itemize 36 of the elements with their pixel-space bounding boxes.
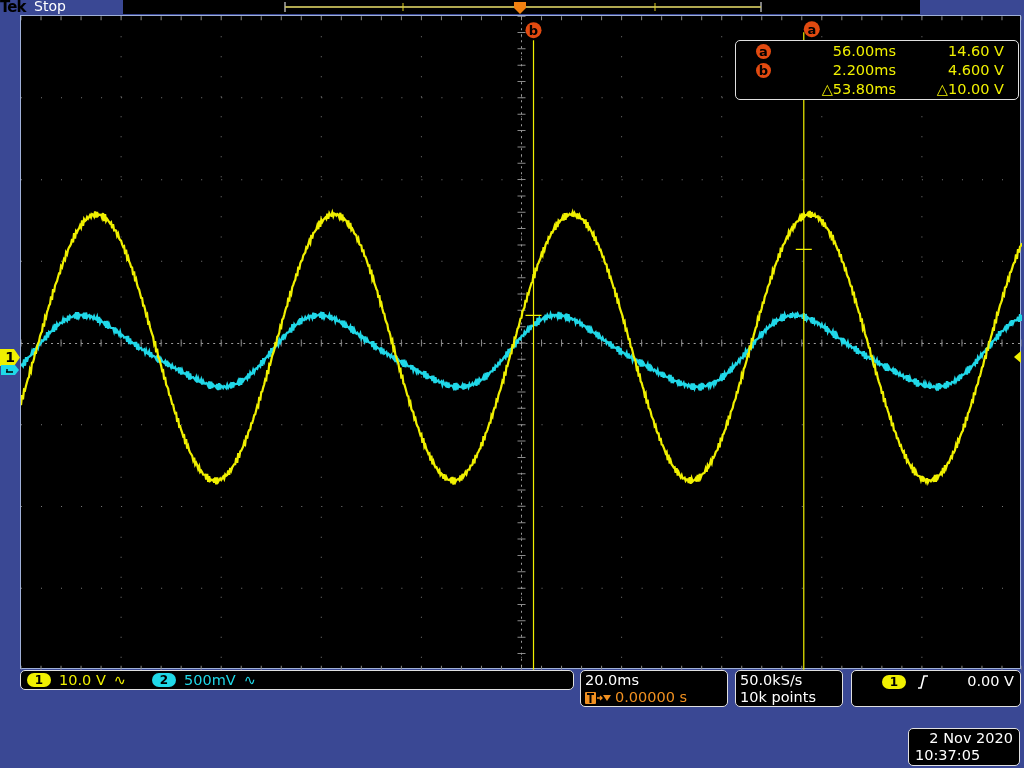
channel-offset-icon[interactable] bbox=[1, 365, 19, 375]
coupling-symbol: ∿ bbox=[113, 671, 126, 689]
cursor-value: 4.600 V bbox=[946, 61, 1004, 80]
rising-edge-icon bbox=[916, 675, 930, 689]
date-text: 2 Nov 2020 bbox=[928, 730, 1013, 747]
channel-scale: 500mV bbox=[184, 671, 236, 689]
channel-marker[interactable]: 1 bbox=[0, 349, 20, 366]
cursor-value: 14.60 V bbox=[946, 42, 1004, 61]
cursor-time: 56.00ms bbox=[831, 42, 896, 61]
channel-number: 1 bbox=[27, 673, 51, 687]
cursor-label[interactable]: a bbox=[803, 21, 820, 38]
cursor-label[interactable]: b bbox=[525, 22, 542, 39]
delta-time: △53.80ms bbox=[820, 80, 896, 99]
cursor-line[interactable] bbox=[524, 39, 543, 670]
trigger-position-icon bbox=[585, 691, 611, 704]
trigger-level-icon[interactable] bbox=[1014, 351, 1021, 363]
cursor-badge: b bbox=[756, 63, 771, 78]
channel-number: 2 bbox=[152, 673, 176, 687]
trigger-panel[interactable]: 1 0.00 V bbox=[851, 670, 1021, 707]
acquisition-panel[interactable]: 50.0kS/s 10k points bbox=[735, 670, 843, 707]
timebase-panel[interactable]: 20.0ms 0.00000 s bbox=[580, 670, 728, 707]
time-scale: 20.0ms bbox=[585, 672, 640, 689]
trigger-level: 0.00 V bbox=[967, 673, 1014, 690]
sample-rate: 50.0kS/s bbox=[740, 672, 804, 689]
trigger-delay: 0.00000 s bbox=[615, 689, 688, 706]
time-text: 10:37:05 bbox=[915, 747, 982, 764]
cursor-badge: a bbox=[756, 44, 771, 59]
acquisition-status: Stop bbox=[34, 0, 66, 15]
channel-scale: 10.0 V bbox=[59, 671, 106, 689]
trigger-source: 1 bbox=[882, 675, 906, 689]
record-length: 10k points bbox=[740, 689, 817, 706]
brand-logo: Tek bbox=[0, 0, 26, 16]
cursor-time: 2.200ms bbox=[831, 61, 896, 80]
coupling-symbol: ∿ bbox=[243, 671, 256, 689]
delta-value: △10.00 V bbox=[935, 80, 1004, 99]
channel-bar[interactable]: 1 10.0 V ∿ 2 500mV ∿ bbox=[20, 670, 574, 690]
